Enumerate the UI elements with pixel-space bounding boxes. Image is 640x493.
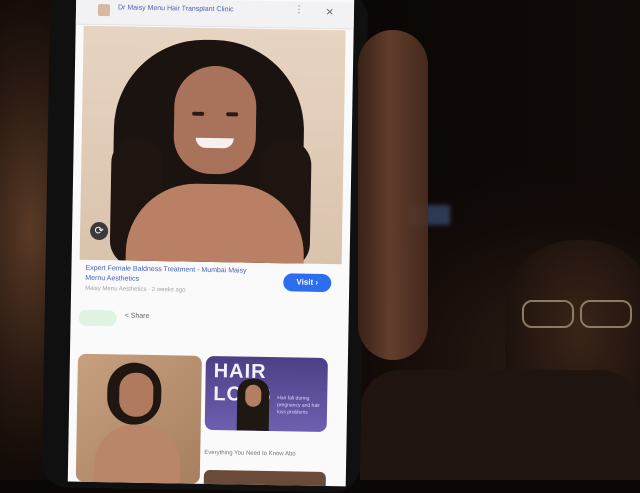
site-favicon (97, 3, 111, 17)
hero-smile (195, 137, 234, 149)
visit-label: Visit (296, 277, 314, 287)
thumb2-face (245, 384, 262, 407)
save-button[interactable] (78, 309, 117, 327)
related-thumbnail-1[interactable] (75, 353, 202, 484)
result-source: Maisy Menu Aesthetics · 2 weeks ago (85, 285, 186, 294)
eyeglasses (522, 300, 640, 328)
share-label: Share (130, 312, 150, 320)
share-button[interactable]: < Share (125, 313, 150, 320)
visit-button[interactable]: Visit › (283, 273, 332, 293)
thumb2-caption[interactable]: Everything You Need to Know Abo (204, 450, 326, 458)
lens-icon[interactable]: ⟳ (89, 221, 109, 241)
more-vert-icon[interactable]: ⋮ (294, 4, 304, 15)
thumb1-body (93, 423, 181, 484)
hero-face (173, 65, 258, 175)
person-shirt (360, 370, 640, 480)
browser-top-bar: Dr Maisy Menu Hair Transplant Clinic ⋮ × (75, 0, 355, 30)
thumb2-subtitle: Hair fall during pregnancy and hair loss… (276, 395, 320, 416)
close-icon[interactable]: × (326, 4, 334, 19)
phone-screen: Dr Maisy Menu Hair Transplant Clinic ⋮ ×… (67, 0, 355, 487)
hero-eye-left (192, 111, 205, 116)
share-icon: < (124, 312, 129, 320)
related-thumbnail-3[interactable] (203, 469, 326, 487)
related-thumbnail-2[interactable]: HAIR LOSS Hair fall during pregnancy and… (204, 355, 328, 433)
site-title[interactable]: Dr Maisy Menu Hair Transplant Clinic (118, 4, 234, 13)
hero-image[interactable]: ⟳ (79, 25, 346, 265)
result-title[interactable]: Expert Female Baldness Treatment - Mumba… (85, 264, 253, 287)
hero-eye-right (226, 112, 239, 117)
action-row: < Share (78, 309, 340, 335)
thumb1-face (118, 372, 154, 418)
hand-finger (358, 30, 428, 360)
chevron-right-icon: › (315, 277, 319, 287)
result-card: Expert Female Baldness Treatment - Mumba… (79, 262, 342, 303)
